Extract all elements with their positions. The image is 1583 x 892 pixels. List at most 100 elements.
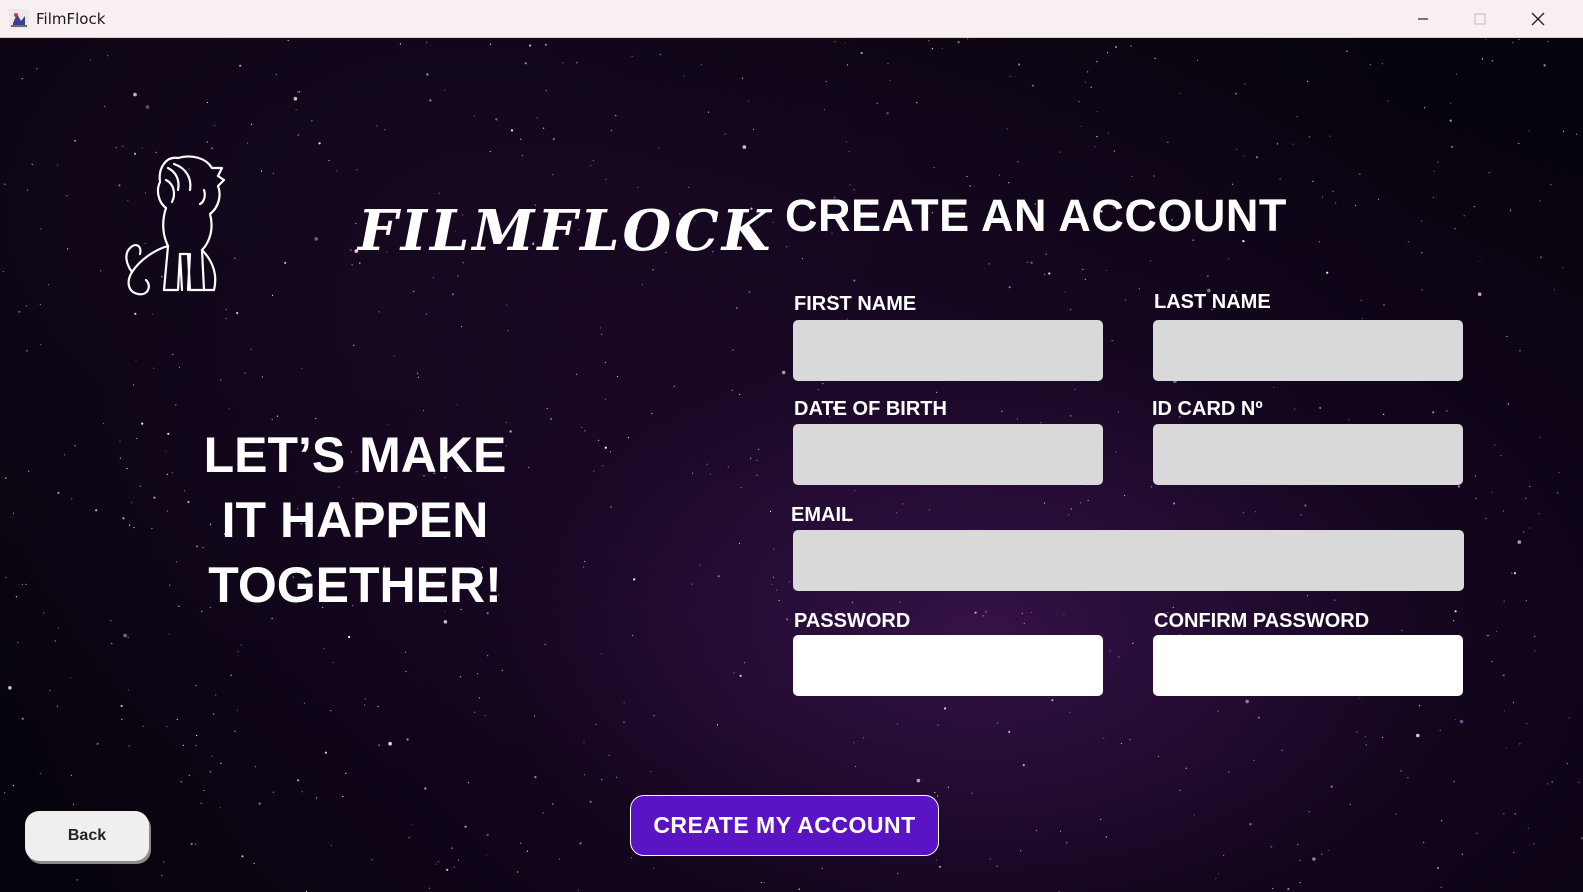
star bbox=[599, 327, 602, 329]
star bbox=[408, 837, 410, 839]
star bbox=[744, 662, 746, 664]
star bbox=[899, 601, 901, 603]
star bbox=[495, 118, 498, 121]
star bbox=[1423, 107, 1426, 109]
star bbox=[297, 91, 299, 93]
star bbox=[246, 142, 249, 144]
star bbox=[1103, 737, 1105, 739]
star bbox=[1018, 63, 1021, 66]
star bbox=[1172, 502, 1176, 505]
star bbox=[971, 792, 973, 794]
star bbox=[417, 376, 419, 378]
star bbox=[1021, 612, 1023, 615]
first-name-input[interactable] bbox=[793, 320, 1103, 381]
star bbox=[1420, 220, 1422, 222]
star bbox=[1453, 620, 1455, 622]
star bbox=[583, 741, 585, 743]
star bbox=[1094, 146, 1096, 148]
star bbox=[1080, 125, 1082, 127]
password-input[interactable] bbox=[793, 635, 1103, 696]
star bbox=[297, 134, 299, 136]
star bbox=[1120, 743, 1122, 745]
star bbox=[631, 857, 633, 859]
star bbox=[1512, 702, 1515, 704]
star bbox=[778, 599, 780, 602]
star bbox=[1525, 497, 1527, 499]
star bbox=[616, 776, 618, 778]
star bbox=[1087, 71, 1089, 73]
star bbox=[769, 510, 772, 513]
star bbox=[699, 564, 701, 566]
star bbox=[740, 487, 742, 489]
star bbox=[225, 308, 227, 310]
star bbox=[1473, 206, 1475, 208]
star bbox=[1008, 730, 1011, 734]
star bbox=[1157, 755, 1160, 758]
star bbox=[1423, 841, 1425, 844]
star bbox=[275, 74, 277, 76]
star bbox=[1017, 161, 1019, 163]
star bbox=[534, 776, 537, 779]
star bbox=[1326, 271, 1329, 274]
star bbox=[1113, 150, 1115, 152]
star bbox=[1132, 642, 1134, 644]
star bbox=[998, 174, 1001, 176]
star bbox=[5, 576, 7, 579]
id-card-input[interactable] bbox=[1153, 424, 1463, 485]
star bbox=[1400, 770, 1402, 772]
star bbox=[1519, 743, 1521, 745]
star bbox=[1096, 61, 1098, 63]
star bbox=[605, 178, 607, 180]
last-name-input[interactable] bbox=[1153, 320, 1463, 381]
create-account-button[interactable]: CREATE MY ACCOUNT bbox=[630, 795, 939, 856]
star bbox=[1154, 57, 1156, 60]
title-bar[interactable]: FilmFlock bbox=[0, 0, 1583, 38]
star bbox=[43, 612, 45, 614]
star bbox=[474, 711, 476, 713]
star bbox=[1568, 717, 1570, 719]
star bbox=[1299, 882, 1301, 884]
star bbox=[1105, 269, 1107, 271]
star bbox=[632, 634, 634, 637]
confirm-password-input[interactable] bbox=[1153, 635, 1463, 696]
star bbox=[937, 724, 939, 726]
star bbox=[135, 359, 137, 361]
star bbox=[1485, 39, 1487, 41]
star bbox=[371, 859, 373, 861]
maximize-button[interactable] bbox=[1451, 0, 1509, 37]
star bbox=[301, 367, 303, 369]
star bbox=[937, 795, 939, 797]
star bbox=[604, 361, 607, 364]
star bbox=[1300, 514, 1302, 516]
date-of-birth-input[interactable] bbox=[793, 424, 1103, 485]
star bbox=[215, 694, 217, 696]
star bbox=[4, 183, 6, 185]
star bbox=[1117, 411, 1120, 413]
star bbox=[801, 258, 804, 260]
back-button[interactable]: Back bbox=[25, 811, 149, 861]
star bbox=[1020, 850, 1022, 852]
star bbox=[444, 89, 446, 91]
star bbox=[1070, 415, 1072, 417]
star bbox=[437, 860, 439, 863]
star bbox=[1539, 200, 1541, 202]
minimize-button[interactable] bbox=[1394, 0, 1452, 37]
close-button[interactable] bbox=[1509, 0, 1567, 37]
star bbox=[316, 797, 318, 799]
star bbox=[182, 744, 184, 746]
star bbox=[583, 774, 586, 776]
star bbox=[1022, 764, 1025, 767]
id-card-label: ID CARD Nº bbox=[1152, 398, 1263, 420]
star bbox=[1078, 101, 1080, 103]
star bbox=[56, 705, 59, 707]
star bbox=[1319, 406, 1322, 409]
star bbox=[1534, 650, 1536, 652]
star bbox=[271, 617, 273, 620]
star bbox=[424, 787, 427, 790]
star bbox=[1228, 771, 1230, 773]
star bbox=[1318, 241, 1321, 243]
email-input[interactable] bbox=[793, 530, 1464, 591]
star bbox=[1051, 699, 1054, 702]
star bbox=[119, 440, 121, 442]
star bbox=[76, 878, 79, 881]
